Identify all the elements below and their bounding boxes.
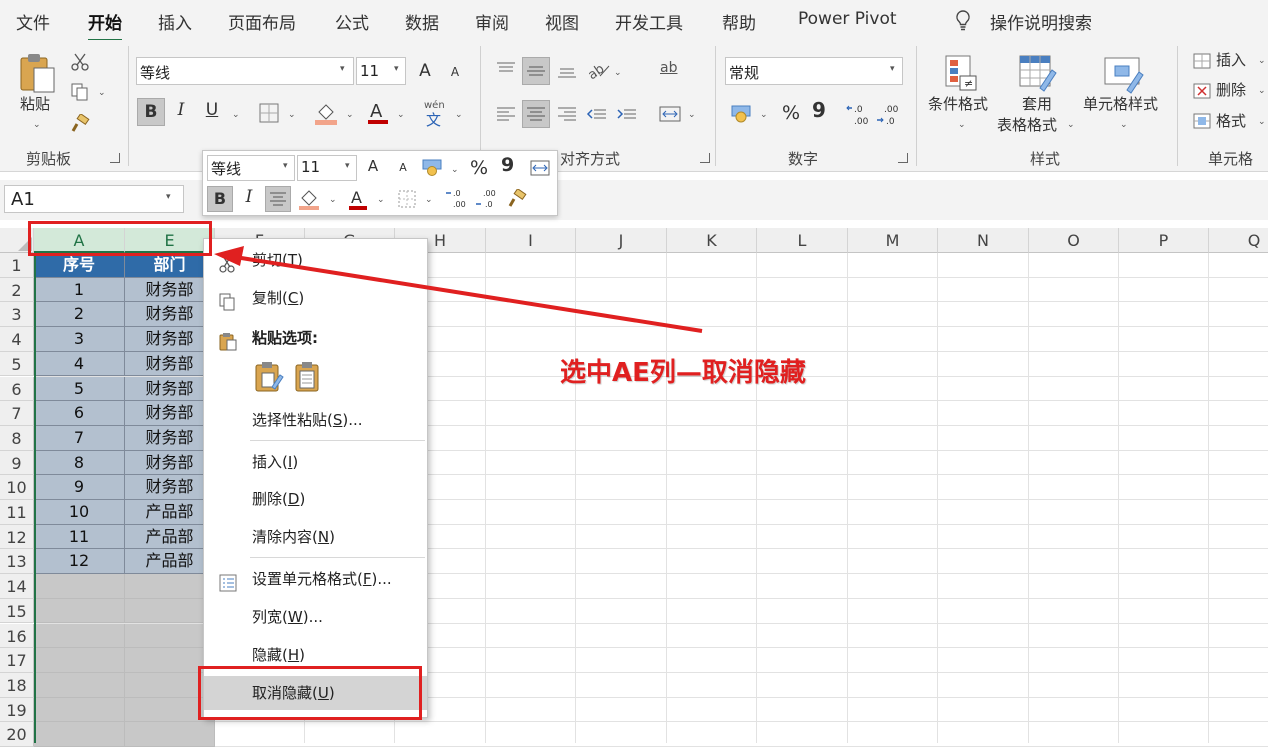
annotation-text: 选中AE列—取消隐藏 (560, 358, 806, 388)
